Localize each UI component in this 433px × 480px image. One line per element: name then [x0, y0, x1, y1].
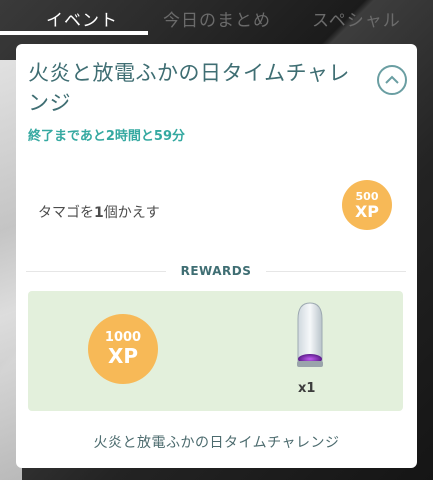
tab-special[interactable]: スペシャル [312, 6, 401, 31]
tab-bar: イベント 今日のまとめ スペシャル [0, 0, 433, 38]
tab-today-summary[interactable]: 今日のまとめ [163, 6, 271, 31]
time-remaining: 終了まであと2時間と59分 [28, 129, 186, 144]
task-xp-value: 500 [355, 189, 379, 203]
reward-xp-value: 1000 [104, 330, 142, 345]
challenge-card: 火炎と放電ふかの日タイムチャレンジ 終了まであと2時間と59分 タマゴを1個かえ… [16, 44, 417, 468]
task-xp-badge: 500 XP [342, 180, 392, 230]
reward-item-quantity: x1 [298, 381, 316, 396]
task-text-after: 個かえす [103, 205, 160, 221]
divider-right [266, 271, 406, 272]
reward-xp-unit: XP [107, 344, 139, 368]
challenge-footer-name: 火炎と放電ふかの日タイムチャレンジ [93, 435, 340, 451]
collapse-button[interactable] [377, 65, 407, 95]
incense-icon [297, 302, 323, 367]
active-tab-indicator [0, 31, 148, 35]
rewards-label: REWARDS [180, 264, 252, 278]
rewards-box: 1000 XP x1 [28, 291, 403, 411]
task-description: タマゴを1個かえす [38, 202, 160, 222]
task-text-before: タマゴを [38, 205, 94, 221]
task-xp-unit: XP [354, 201, 380, 221]
chevron-up-icon [385, 75, 399, 84]
tab-events[interactable]: イベント [46, 6, 118, 31]
reward-xp-badge: 1000 XP [88, 314, 158, 384]
divider-left [26, 271, 166, 272]
challenge-title: 火炎と放電ふかの日タイムチャレンジ [28, 61, 350, 115]
task-count: 1 [94, 205, 104, 221]
